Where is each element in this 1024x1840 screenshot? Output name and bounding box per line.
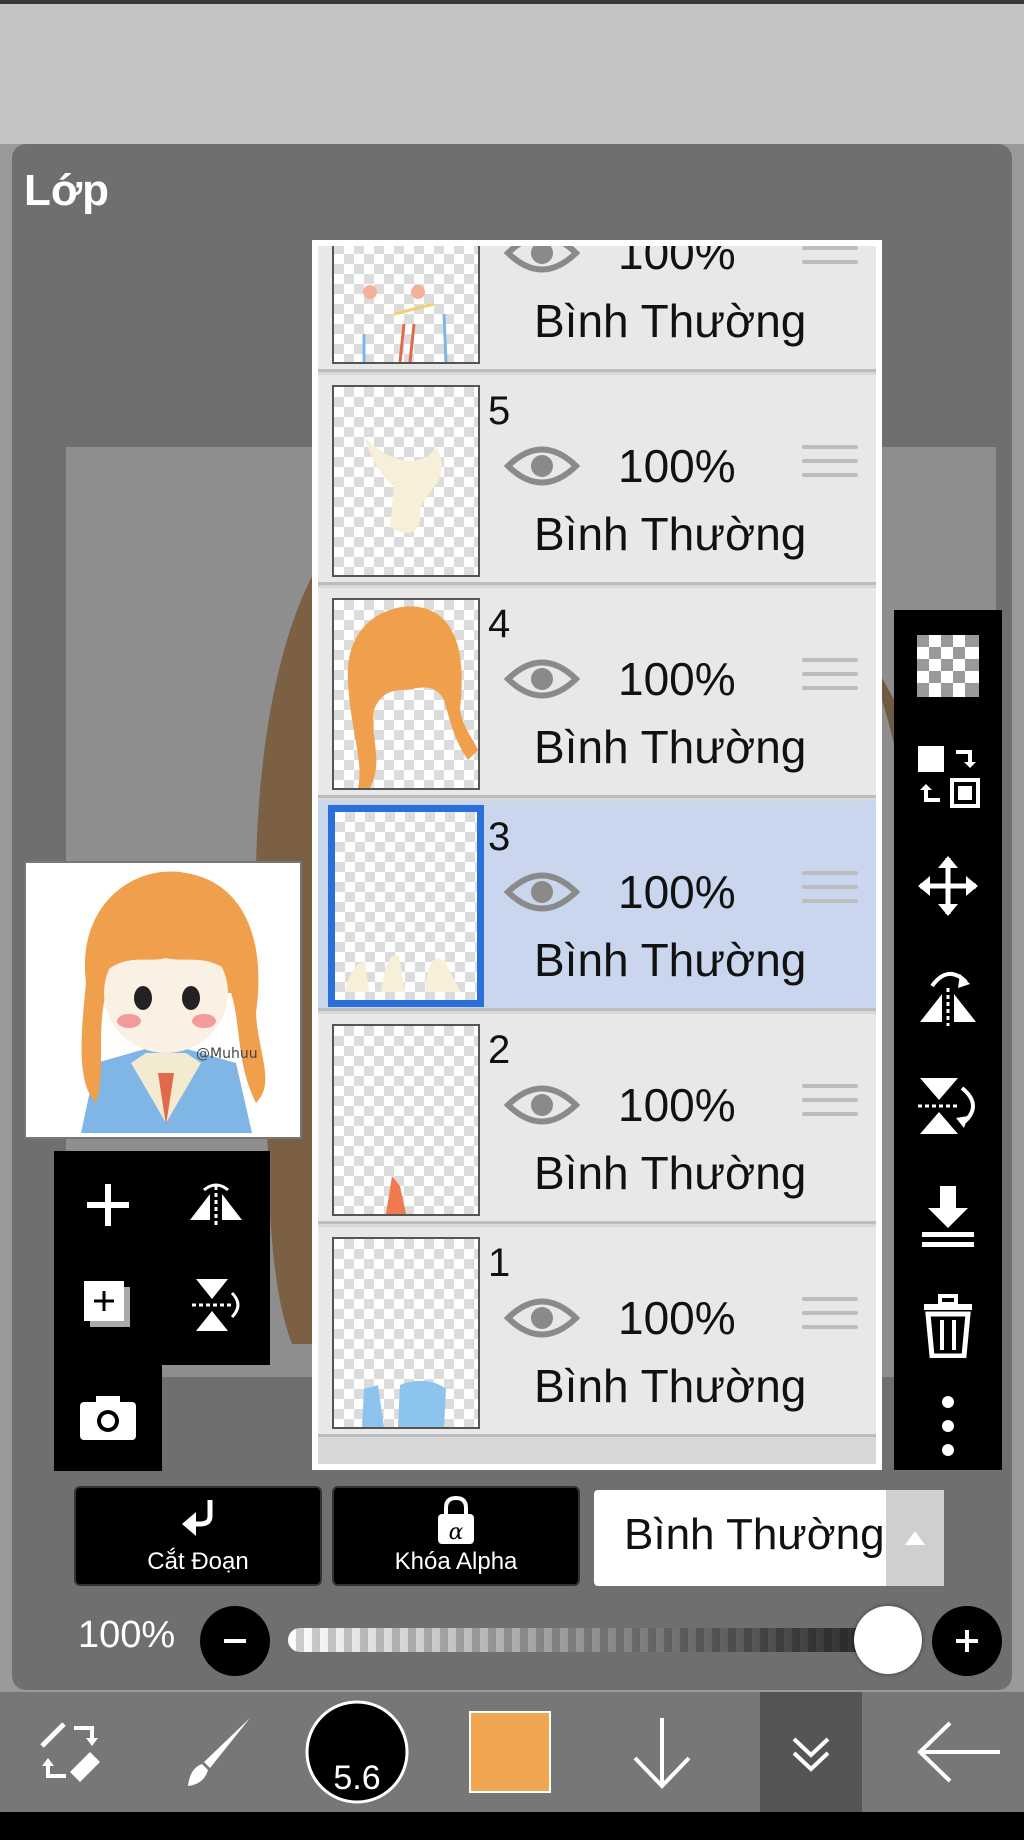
layer-opacity: 100% xyxy=(618,246,736,279)
layer-blend-mode: Bình Thường xyxy=(534,934,807,986)
drag-handle-icon[interactable] xyxy=(802,1297,858,1347)
right-toolbar xyxy=(894,610,1002,1470)
thumbnail-illustration: @Muhuu xyxy=(26,863,300,1137)
layer-row-selected[interactable]: 3 100% Bình Thường xyxy=(318,801,876,1011)
layer-blend-mode: Bình Thường xyxy=(534,508,807,560)
brush-size-value: 5.6 xyxy=(333,1759,381,1797)
opacity-decrease-button[interactable] xyxy=(200,1606,270,1676)
camera-icon[interactable] xyxy=(58,1367,158,1467)
eye-icon[interactable] xyxy=(504,1293,580,1343)
layer-row[interactable]: 1 100% Bình Thường xyxy=(318,1227,876,1437)
eye-icon[interactable] xyxy=(504,867,580,917)
select-swap-icon[interactable] xyxy=(10,1692,130,1812)
layer-blend-mode: Bình Thường xyxy=(534,721,807,773)
minus-icon xyxy=(224,1639,246,1643)
opacity-label: 100% xyxy=(78,1614,176,1656)
thumbnail-signature: @Muhuu xyxy=(196,1046,258,1062)
drag-handle-icon[interactable] xyxy=(802,658,858,708)
top-area xyxy=(0,4,1024,144)
blend-mode-value: Bình Thường xyxy=(624,1510,885,1559)
layer-opacity: 100% xyxy=(618,653,736,705)
bottom-toolbar: 5.6 xyxy=(0,1692,1024,1812)
layer-blend-mode: Bình Thường xyxy=(534,295,807,347)
layer-thumbnail xyxy=(332,1237,480,1429)
canvas-thumbnail[interactable]: @Muhuu xyxy=(24,861,302,1139)
blend-mode-select[interactable]: Bình Thường xyxy=(594,1490,944,1586)
layer-row[interactable]: 2 100% Bình Thường xyxy=(318,1014,876,1224)
layer-number: 4 xyxy=(488,602,511,646)
alpha-lock-icon: α xyxy=(438,1496,474,1545)
layer-row[interactable]: 5 100% Bình Thường xyxy=(318,375,876,585)
color-swatch-fill xyxy=(469,1711,551,1793)
clip-label: Cắt Đoạn xyxy=(147,1548,249,1575)
clip-button[interactable]: Cắt Đoạn xyxy=(74,1486,322,1586)
alpha-lock-button[interactable]: α Khóa Alpha xyxy=(332,1486,580,1586)
transparency-icon[interactable] xyxy=(908,626,988,706)
eye-icon[interactable] xyxy=(504,654,580,704)
layer-opacity: 100% xyxy=(618,1292,736,1344)
layer-thumbnail xyxy=(332,246,480,364)
layer-opacity: 100% xyxy=(618,440,736,492)
layer-number: 1 xyxy=(488,1241,511,1285)
layer-blend-mode: Bình Thường xyxy=(534,1360,807,1412)
panel-title: Lớp xyxy=(24,166,110,215)
flip-rotate-vertical-icon[interactable] xyxy=(908,1066,988,1146)
layer-opacity: 100% xyxy=(618,1079,736,1131)
opacity-slider-thumb[interactable] xyxy=(854,1606,922,1674)
add-layer-icon[interactable] xyxy=(58,1155,158,1255)
plus-icon xyxy=(956,1630,978,1652)
svg-text:α: α xyxy=(449,1520,464,1545)
layer-number: 2 xyxy=(488,1028,511,1072)
layer-list[interactable]: 100% Bình Thường 5 100% Bình Thường 4 10… xyxy=(312,240,882,1470)
clip-arrow-icon xyxy=(182,1500,213,1536)
flip-vertical-icon[interactable] xyxy=(166,1255,266,1355)
more-icon[interactable] xyxy=(908,1386,988,1466)
layer-thumbnail xyxy=(332,1024,480,1216)
flip-horizontal-icon[interactable] xyxy=(166,1155,266,1255)
layer-panel: Lớp @Muhuu 100% Bình Thường 5 100% Bình … xyxy=(12,144,1012,1690)
brush-size-button[interactable]: 5.6 xyxy=(304,1692,410,1812)
layer-thumbnail xyxy=(332,385,480,577)
drag-handle-icon[interactable] xyxy=(802,445,858,495)
layer-blend-mode: Bình Thường xyxy=(534,1147,807,1199)
flip-rotate-horizontal-icon[interactable] xyxy=(908,956,988,1036)
navigation-strip xyxy=(0,1812,1024,1840)
layer-row[interactable]: 100% Bình Thường xyxy=(318,246,876,372)
layer-thumbnail xyxy=(332,598,480,790)
drag-handle-icon[interactable] xyxy=(802,871,858,921)
chevron-double-down-icon[interactable] xyxy=(760,1692,862,1812)
merge-down-icon[interactable] xyxy=(908,1176,988,1256)
opacity-increase-button[interactable] xyxy=(932,1606,1002,1676)
opacity-slider[interactable] xyxy=(288,1606,922,1674)
arrow-down-icon[interactable] xyxy=(612,1692,712,1812)
back-arrow-icon[interactable] xyxy=(904,1692,1014,1812)
layer-thumbnail xyxy=(328,805,484,1007)
brush-icon[interactable] xyxy=(160,1692,280,1812)
drag-handle-icon[interactable] xyxy=(802,1084,858,1134)
drag-handle-icon[interactable] xyxy=(802,246,858,282)
eye-icon[interactable] xyxy=(504,441,580,491)
add-copy-icon[interactable] xyxy=(58,1255,158,1355)
blend-dropdown-arrow-icon[interactable] xyxy=(886,1490,944,1586)
eye-icon[interactable] xyxy=(504,1080,580,1130)
color-swatch[interactable] xyxy=(460,1692,560,1812)
eye-icon[interactable] xyxy=(504,246,580,278)
layer-number: 5 xyxy=(488,389,511,433)
trash-icon[interactable] xyxy=(908,1286,988,1366)
left-toolbar xyxy=(54,1151,270,1471)
move-icon[interactable] xyxy=(908,846,988,926)
alpha-lock-label: Khóa Alpha xyxy=(394,1548,518,1575)
layer-row[interactable]: 4 100% Bình Thường xyxy=(318,588,876,798)
layer-opacity: 100% xyxy=(618,866,736,918)
swap-layers-icon[interactable] xyxy=(908,736,988,816)
layer-number: 3 xyxy=(488,815,511,859)
